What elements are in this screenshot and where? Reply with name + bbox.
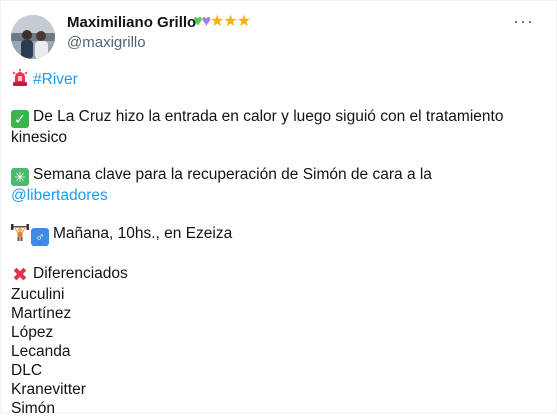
- hashtag-link[interactable]: #River: [33, 71, 78, 88]
- list-item: Kranevitter: [11, 381, 86, 398]
- status-line-2-text: Semana clave para la recuperación de Sim…: [33, 166, 432, 183]
- star-icon: ★: [236, 13, 251, 30]
- list-item: López: [11, 324, 54, 341]
- star-icon: ★: [210, 13, 224, 30]
- eight-spoked-asterisk-icon: ✳: [11, 168, 29, 186]
- avatar[interactable]: [11, 15, 55, 59]
- list-title-line: ✖ Diferenciados: [11, 264, 542, 285]
- hashtag-line: #River: [11, 69, 542, 89]
- white-check-mark-icon: ✓: [11, 110, 29, 128]
- status-line-3-text: Mañana, 10hs., en Ezeiza: [53, 225, 233, 242]
- more-options-button[interactable]: ···: [513, 11, 534, 32]
- list-item: DLC: [11, 362, 43, 379]
- cross-mark-icon: ✖: [12, 265, 28, 286]
- list-item: Lecanda: [11, 343, 71, 360]
- author-handle[interactable]: @maxigrillo: [67, 33, 146, 53]
- status-line-3: ♂ Mañana, 10hs., en Ezeiza: [11, 223, 542, 246]
- avatar-photo-icon: [11, 15, 55, 59]
- list-item: Simón: [11, 400, 55, 417]
- weight-lifter-icon: [11, 223, 29, 241]
- tweet-text: #River ✓ De La Cruz hizo la entrada en ca…: [11, 69, 542, 418]
- police-light-icon: [11, 69, 29, 87]
- male-sign-icon: ♂: [31, 228, 49, 246]
- list-title: Diferenciados: [33, 265, 128, 282]
- purple-heart-icon: ♥: [201, 13, 211, 30]
- status-line-1: ✓ De La Cruz hizo la entrada en calor y l…: [11, 107, 542, 147]
- author-name[interactable]: Maximiliano Grillo: [67, 13, 196, 33]
- status-line-1-text: De La Cruz hizo la entrada en calor y lu…: [11, 108, 504, 146]
- list-item: Martínez: [11, 305, 72, 322]
- author-badges: ♥♥★★★: [193, 12, 251, 32]
- mention-link[interactable]: @libertadores: [11, 187, 108, 204]
- list-item: Zuculini: [11, 286, 65, 303]
- tweet-card: Maximiliano Grillo ♥♥★★★ @maxigrillo ···…: [0, 0, 557, 417]
- status-line-2: ✳ Semana clave para la recuperación de Si…: [11, 165, 542, 205]
- green-heart-icon: ♥: [193, 13, 202, 30]
- star-icon: ★: [223, 13, 237, 30]
